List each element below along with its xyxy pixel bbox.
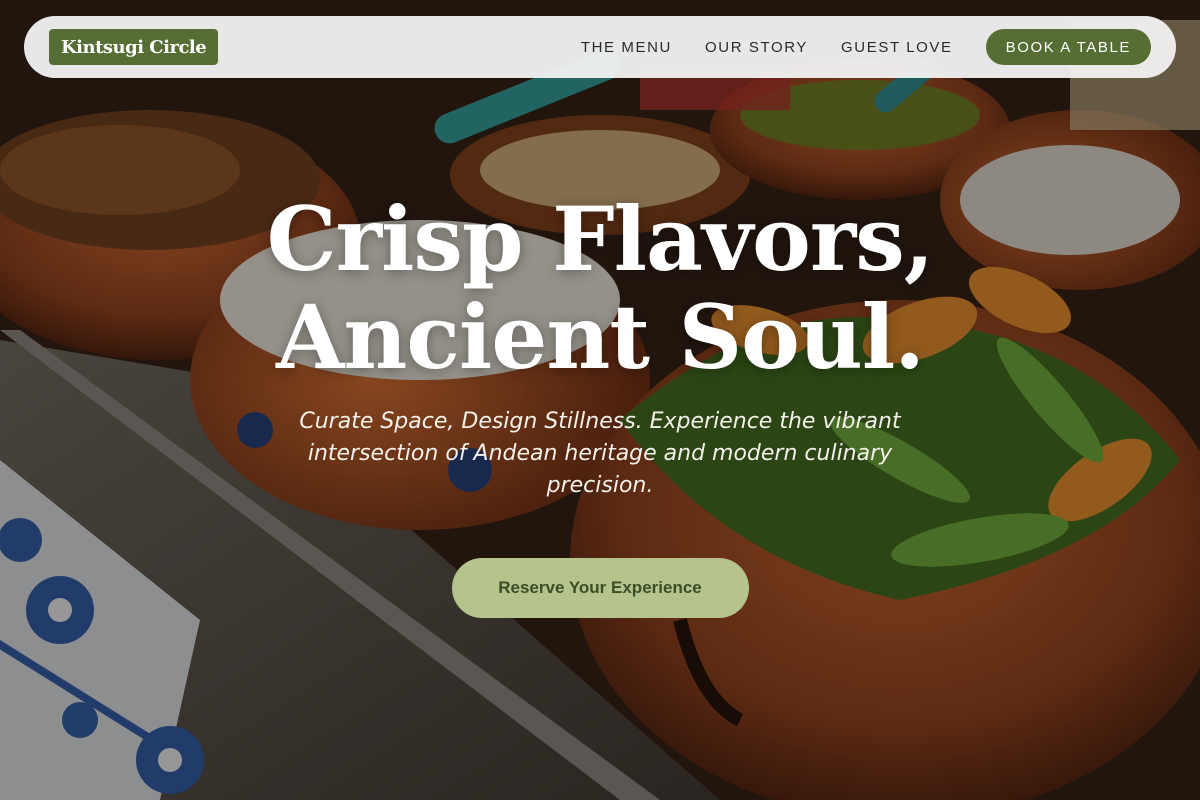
hero-title: Crisp Flavors, Ancient Soul. (0, 190, 1200, 386)
hero-title-line-2: Ancient Soul. (276, 285, 925, 389)
navbar: Kintsugi Circle THE MENU OUR STORY GUEST… (24, 16, 1176, 78)
hero-section: Crisp Flavors, Ancient Soul. Curate Spac… (0, 190, 1200, 618)
hero-subtitle: Curate Space, Design Stillness. Experien… (299, 409, 901, 498)
nav-link-the-menu[interactable]: THE MENU (581, 39, 672, 56)
hero-title-line-1: Crisp Flavors, (266, 187, 935, 291)
reserve-experience-button[interactable]: Reserve Your Experience (451, 558, 749, 618)
nav-link-guest-love[interactable]: GUEST LOVE (841, 39, 953, 56)
nav-link-our-story[interactable]: OUR STORY (705, 39, 808, 56)
nav-links: THE MENU OUR STORY GUEST LOVE BOOK A TAB… (548, 29, 1151, 65)
brand-logo[interactable]: Kintsugi Circle (49, 29, 219, 65)
book-a-table-button[interactable]: BOOK A TABLE (985, 29, 1151, 65)
